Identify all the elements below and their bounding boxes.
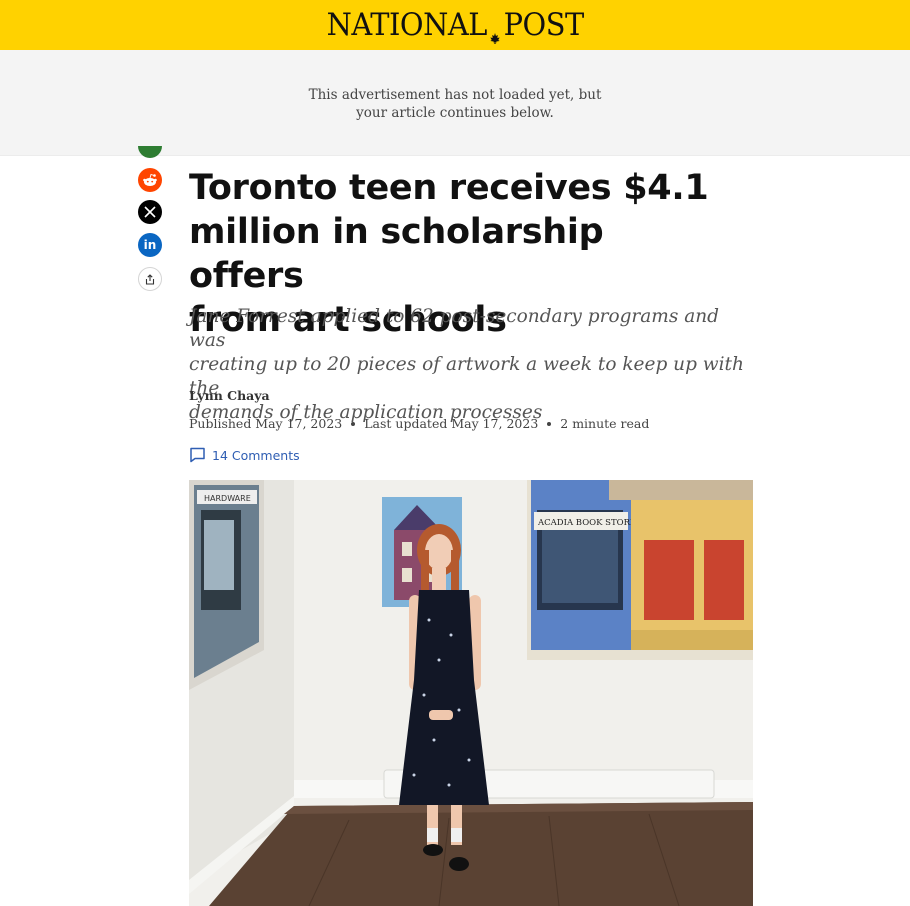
bookstore-sign: ACADIA BOOK STORE: [537, 518, 636, 528]
article-meta: Published May 17, 2023 Last updated May …: [189, 416, 649, 431]
comments-count: 14 Comments: [212, 447, 300, 463]
subhead-line2: creating up to 20 pieces of artwork a we…: [189, 354, 744, 399]
reddit-share-button[interactable]: [138, 168, 162, 192]
linkedin-icon: in: [143, 238, 157, 252]
comment-icon: [190, 447, 205, 463]
published-date: Published May 17, 2023: [189, 416, 343, 431]
updated-date: Last updated May 17, 2023: [364, 416, 539, 431]
comments-link[interactable]: 14 Comments: [189, 447, 300, 463]
subhead-line1: Jane Forrest applied to 62 post-secondar…: [189, 306, 719, 351]
advertisement-placeholder: This advertisement has not loaded yet, b…: [0, 50, 910, 156]
headline-line1: Toronto teen receives $4.1: [189, 168, 709, 208]
separator-dot: [547, 421, 552, 426]
linkedin-share-button[interactable]: in: [138, 233, 162, 257]
national-post-logo[interactable]: NATIONAL POST: [326, 7, 584, 44]
read-time: 2 minute read: [560, 416, 650, 431]
article-photo[interactable]: HARDWARE ACADIA BOOK STORE: [189, 480, 753, 906]
share-button[interactable]: [138, 267, 162, 291]
reddit-icon: [143, 173, 157, 186]
left-painting-sign: HARDWARE: [204, 494, 251, 503]
ad-message: This advertisement has not loaded yet, b…: [0, 86, 910, 122]
x-icon: [144, 206, 156, 218]
headline-line2: million in scholarship offers: [189, 212, 604, 296]
author-link[interactable]: Lynn Chaya: [189, 388, 270, 403]
logo-post: POST: [503, 7, 584, 43]
share-icon: [145, 273, 155, 285]
maple-leaf-icon: [489, 18, 502, 44]
separator-dot: [351, 421, 356, 426]
logo-national: NATIONAL: [326, 7, 487, 43]
x-share-button[interactable]: [138, 200, 162, 224]
article-subheadline: Jane Forrest applied to 62 post-secondar…: [189, 305, 759, 425]
ad-message-line2: your article continues below.: [356, 105, 554, 121]
facebook-share-button[interactable]: [138, 146, 162, 158]
masthead: NATIONAL POST: [0, 0, 910, 50]
ad-message-line1: This advertisement has not loaded yet, b…: [308, 87, 602, 103]
